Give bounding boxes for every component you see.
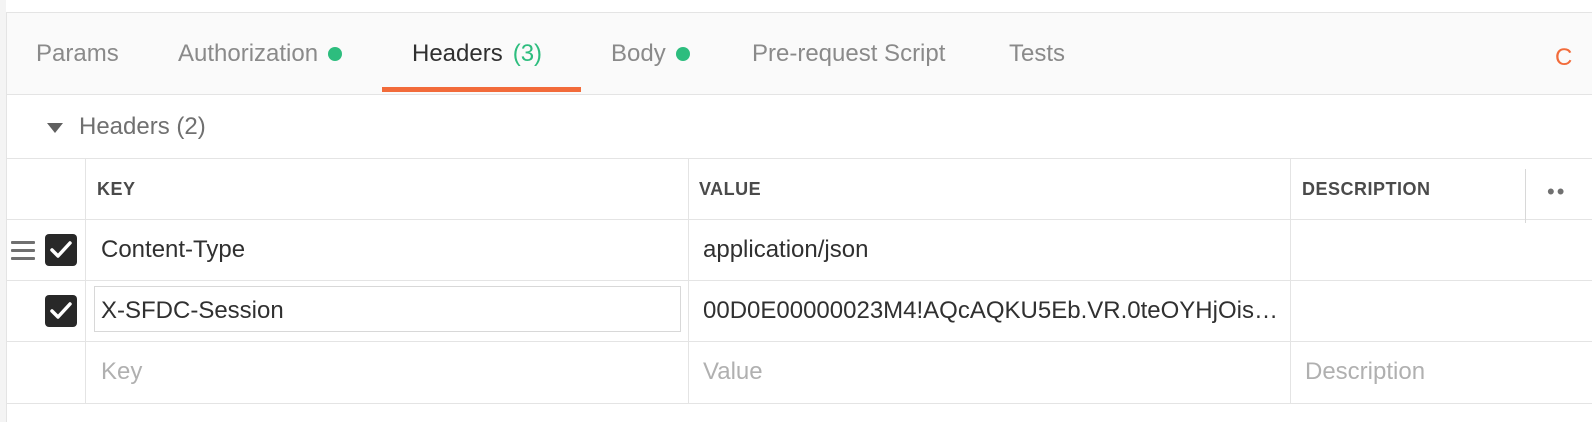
- tab-pre-request-script-label: Pre-request Script: [752, 39, 946, 67]
- tab-authorization-label: Authorization: [178, 39, 319, 67]
- more-options-icon[interactable]: ••: [1547, 179, 1566, 205]
- left-edge: [0, 0, 7, 422]
- col-divider: [688, 159, 689, 404]
- status-dot: [675, 46, 690, 61]
- row-checkbox[interactable]: [45, 295, 77, 327]
- tab-headers-count: (3): [512, 39, 543, 67]
- column-header-description: DESCRIPTION: [1302, 179, 1431, 199]
- col-divider: [1290, 159, 1291, 404]
- header-value-cell[interactable]: 00D0E00000023M4!AQcAQKU5Eb.VR.0teOYHjOis…: [703, 297, 1278, 325]
- tab-headers-label: Headers: [412, 39, 503, 67]
- headers-table: KEY VALUE DESCRIPTION •• Content-Type ap…: [7, 159, 1592, 404]
- new-value-input[interactable]: Value: [703, 358, 1278, 386]
- section-title-label: Headers: [79, 113, 170, 140]
- section-title-count: (2): [176, 113, 206, 140]
- tab-body-label: Body: [611, 39, 666, 67]
- tab-body[interactable]: Body: [611, 13, 690, 94]
- tab-authorization[interactable]: Authorization: [178, 13, 343, 94]
- tab-params[interactable]: Params: [36, 13, 119, 94]
- column-header-key: KEY: [97, 179, 136, 199]
- column-header-value: VALUE: [699, 179, 762, 199]
- request-tabbar: Params Authorization Headers (3) Body Pr…: [7, 13, 1592, 95]
- tab-headers[interactable]: Headers (3): [412, 13, 542, 94]
- checkmark-icon: [50, 302, 72, 319]
- checkmark-icon: [50, 241, 72, 258]
- active-tab-indicator: [382, 87, 581, 92]
- new-description-input[interactable]: Description: [1305, 358, 1575, 386]
- top-strip: [6, 0, 1592, 13]
- headers-section-toggle[interactable]: Headers (2): [7, 95, 1592, 159]
- row-divider: [7, 341, 1592, 342]
- tab-params-label: Params: [36, 39, 119, 67]
- header-key-cell[interactable]: Content-Type: [101, 236, 671, 264]
- col-divider: [1525, 169, 1526, 223]
- caret-down-icon: [47, 123, 63, 133]
- new-key-input[interactable]: Key: [101, 358, 671, 386]
- row-divider: [7, 403, 1592, 404]
- bottom-area: [7, 405, 1592, 422]
- row-checkbox[interactable]: [45, 234, 77, 266]
- section-title: Headers (2): [79, 113, 206, 141]
- row-divider: [7, 280, 1592, 281]
- header-key-cell[interactable]: X-SFDC-Session: [101, 297, 671, 325]
- tab-tests[interactable]: Tests: [1009, 13, 1065, 94]
- tab-pre-request-script[interactable]: Pre-request Script: [752, 13, 945, 94]
- col-divider: [85, 159, 86, 404]
- tab-cookies-partial[interactable]: C: [1555, 44, 1572, 72]
- drag-handle-icon[interactable]: [11, 241, 35, 261]
- row-divider: [7, 219, 1592, 220]
- tab-tests-label: Tests: [1009, 39, 1066, 67]
- status-dot: [328, 46, 343, 61]
- header-value-cell[interactable]: application/json: [703, 236, 1278, 264]
